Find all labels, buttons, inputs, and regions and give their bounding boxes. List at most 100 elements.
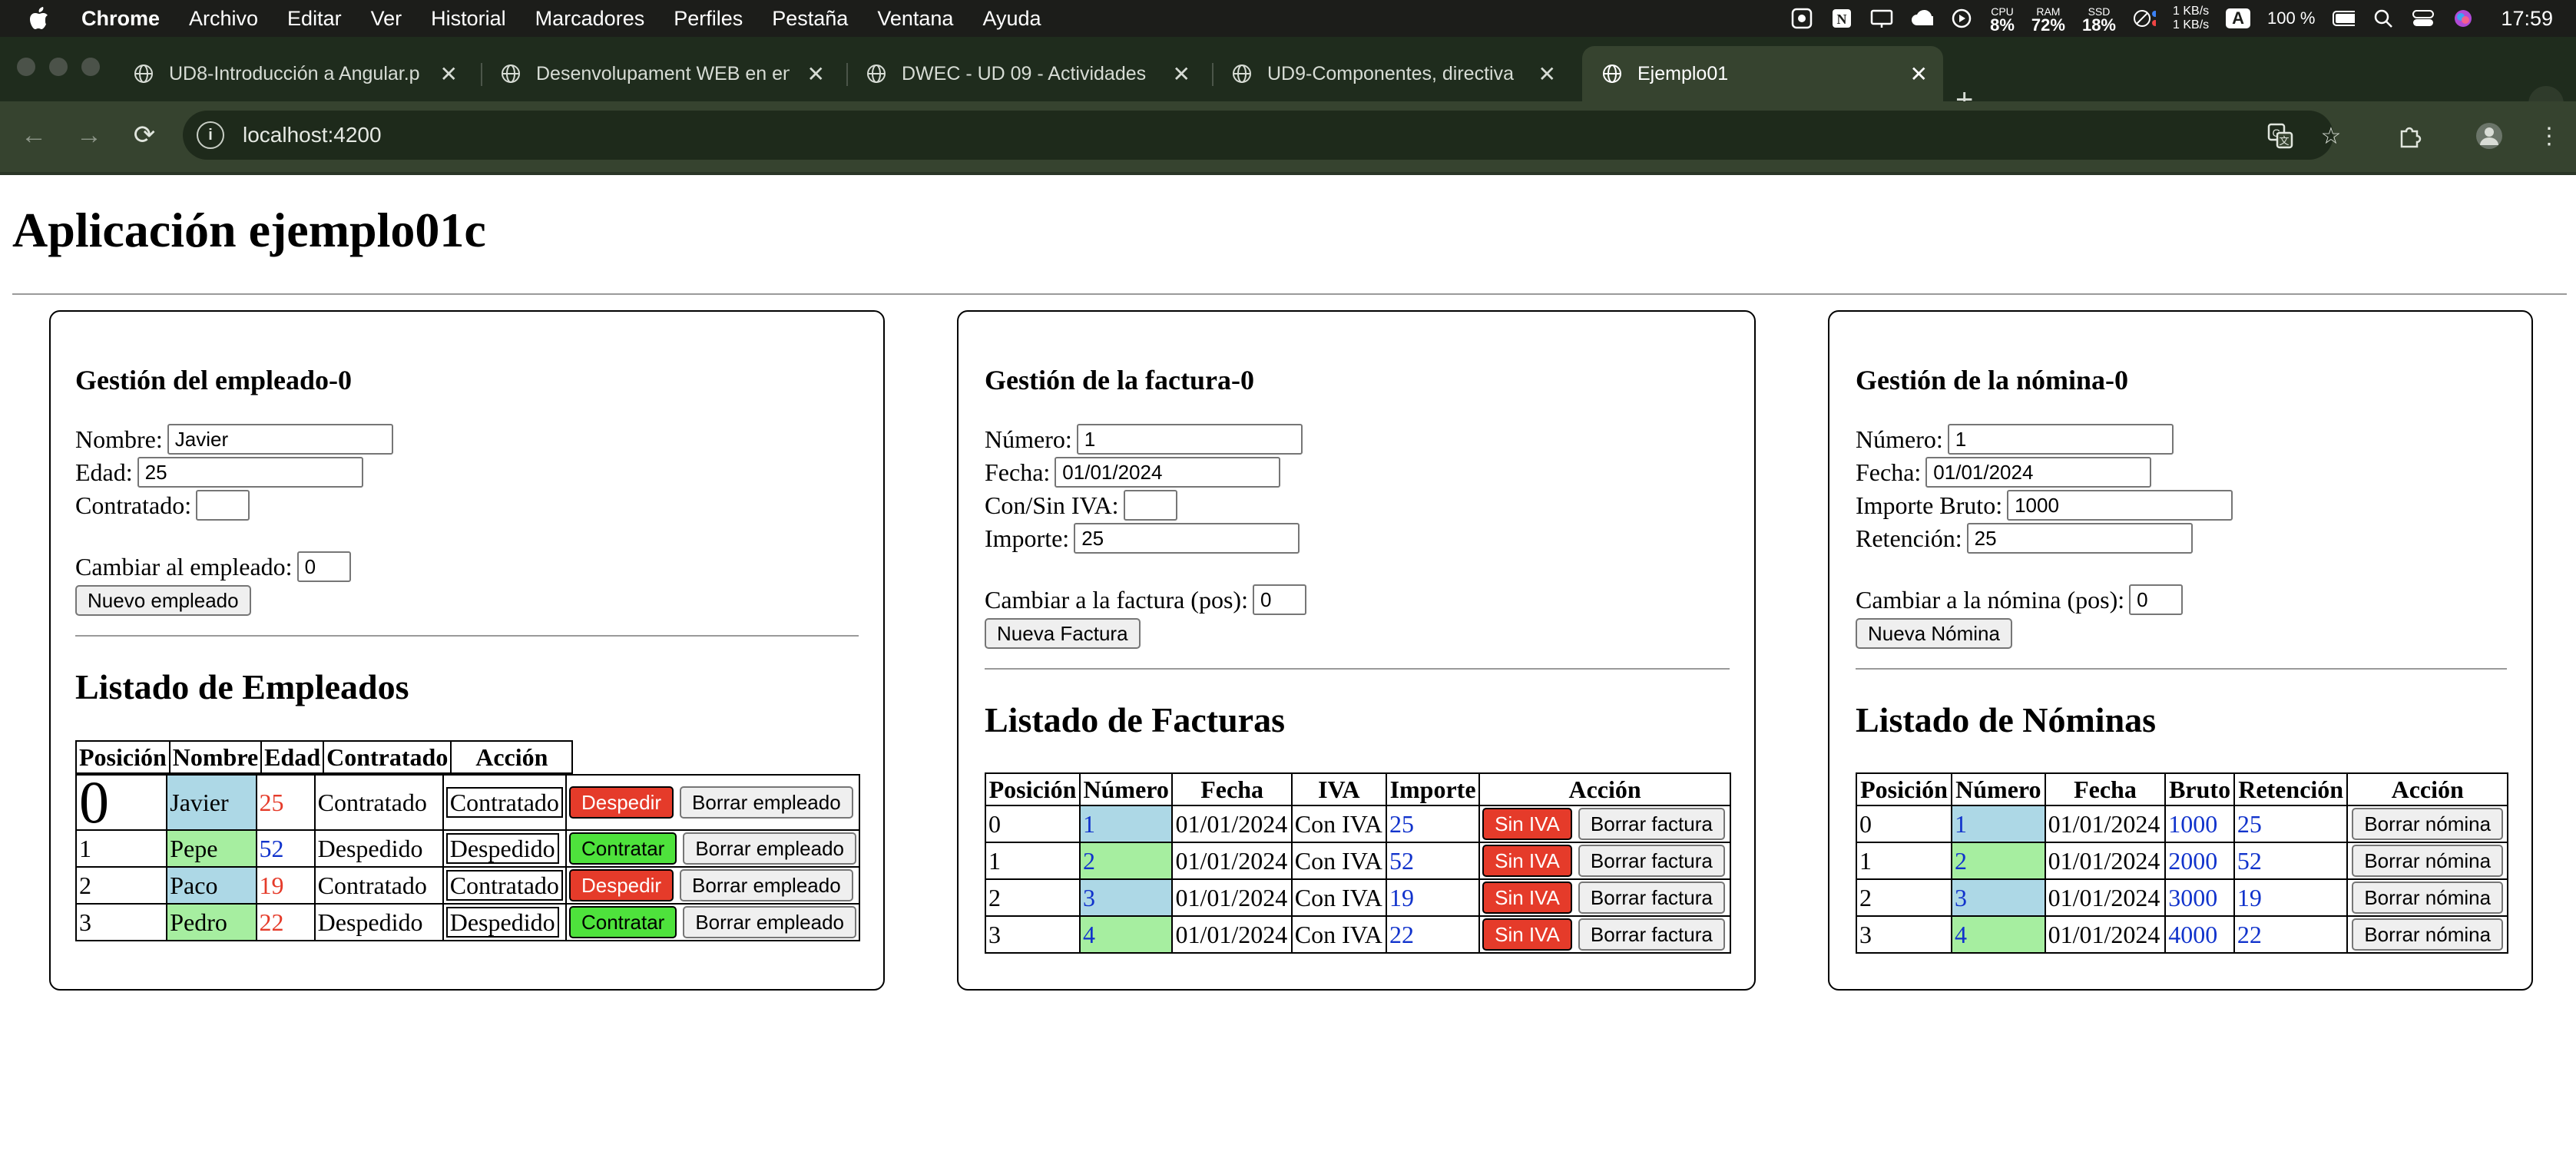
numero-input[interactable]: 1 xyxy=(1947,424,2174,455)
cell-numero: 1 xyxy=(1078,805,1174,843)
borrar-nomina-button[interactable]: Borrar nómina xyxy=(2352,808,2504,840)
borrar-empleado-button[interactable]: Borrar empleado xyxy=(680,869,853,901)
reload-icon[interactable]: ⟳ xyxy=(129,120,160,150)
site-info-icon[interactable]: i xyxy=(197,121,224,149)
menu-pestana[interactable]: Pestaña xyxy=(772,7,848,31)
notion-icon[interactable]: N xyxy=(1830,7,1853,30)
menu-historial[interactable]: Historial xyxy=(431,7,506,31)
search-icon[interactable] xyxy=(2372,7,2395,30)
nombre-input[interactable]: Javier xyxy=(167,424,393,455)
tab-close-icon[interactable]: ✕ xyxy=(1173,61,1190,87)
tab-dwec-ud09[interactable]: DWEC - UD 09 - Actividades ✕ xyxy=(846,46,1206,101)
cloud-icon[interactable] xyxy=(1910,7,1934,30)
tab-ud8-angular[interactable]: UD8-Introducción a Angular.p ✕ xyxy=(114,46,473,101)
window-zoom-button[interactable] xyxy=(81,58,100,76)
control-center-icon[interactable] xyxy=(2412,7,2435,30)
borrar-empleado-button[interactable]: Borrar empleado xyxy=(683,832,856,865)
bruto-input[interactable]: 1000 xyxy=(2007,490,2233,521)
profile-avatar[interactable] xyxy=(2475,121,2504,150)
fecha-input[interactable]: 01/01/2024 xyxy=(1055,457,1281,488)
borrar-nomina-button[interactable]: Borrar nómina xyxy=(2352,918,2504,951)
nueva-nomina-button[interactable]: Nueva Nómina xyxy=(1856,618,2012,649)
iva-row: Con/Sin IVA: xyxy=(985,490,1177,521)
sin-iva-button[interactable]: Sin IVA xyxy=(1482,845,1572,877)
screen-share-icon[interactable] xyxy=(1870,7,1893,30)
iva-input[interactable] xyxy=(1123,490,1177,521)
menu-marcadores[interactable]: Marcadores xyxy=(535,7,645,31)
contratado-input[interactable] xyxy=(196,490,250,521)
url-text[interactable]: localhost:4200 xyxy=(243,123,382,147)
battery-icon[interactable] xyxy=(2332,7,2356,30)
play-icon[interactable] xyxy=(1950,7,1973,30)
fecha-input[interactable]: 01/01/2024 xyxy=(1925,457,2152,488)
table-header-row: Posición Número Fecha Bruto Retención Ac… xyxy=(1855,772,2508,806)
globe-icon xyxy=(1230,62,1253,85)
borrar-factura-button[interactable]: Borrar factura xyxy=(1578,918,1725,951)
borrar-factura-button[interactable]: Borrar factura xyxy=(1578,808,1725,840)
despedir-button[interactable]: Despedir xyxy=(568,869,674,901)
network-status-icon[interactable] xyxy=(2133,7,2156,30)
tab-close-icon[interactable]: ✕ xyxy=(1910,61,1928,87)
tab-desenvolupament-web[interactable]: Desenvolupament WEB en en ✕ xyxy=(481,46,840,101)
edad-input[interactable]: 25 xyxy=(137,457,363,488)
borrar-nomina-button[interactable]: Borrar nómina xyxy=(2352,845,2504,877)
more-menu-icon[interactable]: ⋮ xyxy=(2535,121,2564,150)
borrar-empleado-button[interactable]: Borrar empleado xyxy=(683,906,856,938)
estado-button[interactable]: Contratado xyxy=(445,787,563,818)
table-row: 0 1 01/01/2024 1000 25 Borrar nómina xyxy=(1855,805,2508,843)
siri-icon[interactable] xyxy=(2452,7,2475,30)
cambiar-nomina-input[interactable]: 0 xyxy=(2129,584,2184,615)
tab-close-icon[interactable]: ✕ xyxy=(1538,61,1556,87)
bruto-row: Importe Bruto: 1000 xyxy=(1856,490,2233,521)
despedir-button[interactable]: Despedir xyxy=(568,786,674,819)
fecha-row: Fecha: 01/01/2024 xyxy=(985,457,1281,488)
menu-ventana[interactable]: Ventana xyxy=(877,7,953,31)
fan-icon[interactable] xyxy=(1790,7,1813,30)
translate-icon[interactable]: G文 xyxy=(2266,121,2295,150)
menu-app-name[interactable]: Chrome xyxy=(81,7,160,31)
contratar-button[interactable]: Contratar xyxy=(568,832,677,865)
input-source-badge[interactable]: A xyxy=(2226,8,2251,28)
importe-label: Importe: xyxy=(985,524,1070,552)
estado-button[interactable]: Contratado xyxy=(445,870,563,901)
sin-iva-button[interactable]: Sin IVA xyxy=(1482,882,1572,914)
contratar-button[interactable]: Contratar xyxy=(568,906,677,938)
menu-editar[interactable]: Editar xyxy=(287,7,342,31)
extensions-puzzle-icon[interactable] xyxy=(2395,121,2424,150)
bookmark-star-icon[interactable]: ☆ xyxy=(2316,121,2346,150)
estado-button[interactable]: Despedido xyxy=(445,907,559,938)
borrar-empleado-button[interactable]: Borrar empleado xyxy=(680,786,853,819)
cell-acciones: Sin IVA Borrar factura xyxy=(1478,805,1731,843)
tab-ejemplo01[interactable]: Ejemplo01 ✕ xyxy=(1582,46,1943,101)
importe-input[interactable]: 25 xyxy=(1074,523,1300,554)
cambiar-empleado-input[interactable]: 0 xyxy=(296,551,351,582)
address-bar[interactable]: i localhost:4200 xyxy=(183,111,2333,160)
sin-iva-button[interactable]: Sin IVA xyxy=(1482,808,1572,840)
numero-input[interactable]: 1 xyxy=(1076,424,1303,455)
estado-button[interactable]: Despedido xyxy=(445,833,559,864)
cell-acciones: Sin IVA Borrar factura xyxy=(1478,842,1731,880)
tab-close-icon[interactable]: ✕ xyxy=(440,61,458,87)
window-minimize-button[interactable] xyxy=(49,58,68,76)
nuevo-empleado-button[interactable]: Nuevo empleado xyxy=(75,585,251,616)
net-up: 1 KB/s xyxy=(2173,5,2210,18)
window-close-button[interactable] xyxy=(17,58,35,76)
cell-edad: 25 xyxy=(255,774,316,831)
apple-icon[interactable] xyxy=(28,6,51,31)
forward-arrow-icon[interactable]: → xyxy=(74,120,104,150)
back-arrow-icon[interactable]: ← xyxy=(18,120,49,150)
tab-close-icon[interactable]: ✕ xyxy=(807,61,825,87)
menu-ayuda[interactable]: Ayuda xyxy=(982,7,1041,31)
menu-archivo[interactable]: Archivo xyxy=(189,7,258,31)
retencion-input[interactable]: 25 xyxy=(1966,523,2193,554)
nueva-factura-button[interactable]: Nueva Factura xyxy=(985,618,1141,649)
sin-iva-button[interactable]: Sin IVA xyxy=(1482,918,1572,951)
cambiar-factura-input[interactable]: 0 xyxy=(1252,584,1306,615)
borrar-factura-button[interactable]: Borrar factura xyxy=(1578,845,1725,877)
tab-ud9-componentes[interactable]: UD9-Componentes, directiva ✕ xyxy=(1212,46,1571,101)
menu-perfiles[interactable]: Perfiles xyxy=(674,7,743,31)
borrar-nomina-button[interactable]: Borrar nómina xyxy=(2352,882,2504,914)
menu-ver[interactable]: Ver xyxy=(371,7,402,31)
borrar-factura-button[interactable]: Borrar factura xyxy=(1578,882,1725,914)
cell-bruto: 3000 xyxy=(2164,878,2235,917)
